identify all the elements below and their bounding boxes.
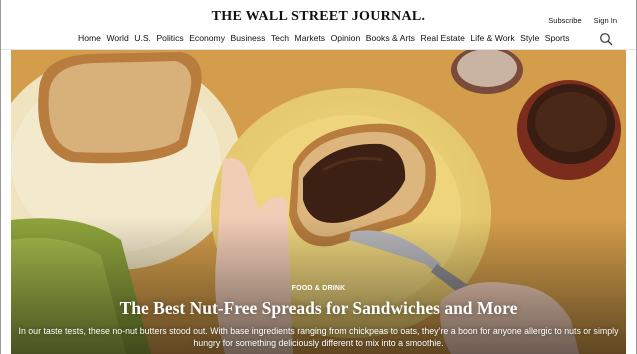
nav-item-business[interactable]: Business [231,33,266,43]
site-header: THE WALL STREET JOURNAL. Subscribe Sign … [0,0,637,50]
nav-item-tech[interactable]: Tech [271,33,289,43]
nav-item-us[interactable]: U.S. [134,33,151,43]
nav-item-economy[interactable]: Economy [189,33,225,43]
nav-item-style[interactable]: Style [520,33,539,43]
subscribe-link[interactable]: Subscribe [548,16,581,25]
nav-item-books-arts[interactable]: Books & Arts [366,33,415,43]
signin-link[interactable]: Sign In [594,16,617,25]
article-summary: In our taste tests, these no-nut butters… [18,326,619,348]
main-nav: Home World U.S. Politics Economy Busines… [78,33,570,43]
article-headline[interactable]: The Best Nut-Free Spreads for Sandwiches… [11,298,626,319]
nav-item-politics[interactable]: Politics [156,33,183,43]
nav-item-world[interactable]: World [106,33,128,43]
nav-item-real-estate[interactable]: Real Estate [420,33,464,43]
nav-item-home[interactable]: Home [78,33,101,43]
auth-links: Subscribe Sign In [548,16,617,25]
nav-item-sports[interactable]: Sports [545,33,570,43]
masthead-logo[interactable]: THE WALL STREET JOURNAL. [0,9,637,25]
nav-item-life-work[interactable]: Life & Work [470,33,514,43]
hero-article[interactable]: FOOD & DRINK The Best Nut-Free Spreads f… [11,50,626,354]
search-icon[interactable] [599,32,613,46]
nav-item-markets[interactable]: Markets [295,33,326,43]
article-kicker[interactable]: FOOD & DRINK [11,285,626,292]
nav-item-opinion[interactable]: Opinion [331,33,361,43]
hero-text-block: FOOD & DRINK The Best Nut-Free Spreads f… [11,285,626,349]
